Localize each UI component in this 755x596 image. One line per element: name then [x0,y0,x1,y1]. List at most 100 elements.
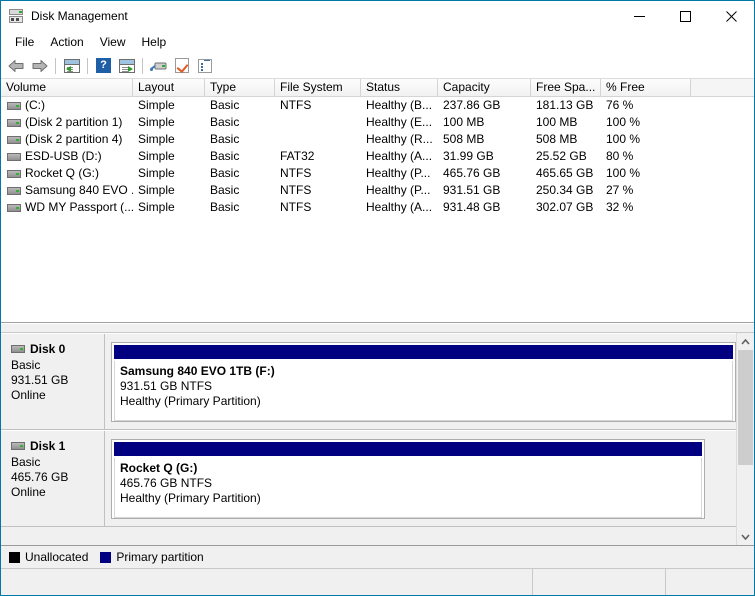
cell-volume-label: (Disk 2 partition 4) [25,132,123,146]
disk-title-0: Disk 0 [11,342,104,356]
menu-view[interactable]: View [92,33,134,51]
cell-status: Healthy (P... [366,183,431,197]
cell-capacity: 931.48 GB [443,200,501,214]
disk-drive-icon [11,345,25,353]
cell-volume-label: Samsung 840 EVO ... [25,183,133,197]
disk-management-window: Disk Management File Action View Help ? … [0,0,755,596]
table-row[interactable]: (C:) Simple Basic NTFS Healthy (B... 237… [1,97,754,114]
cell-file-system: NTFS [280,166,312,180]
cell-type: Basic [210,98,240,112]
column-header-layout[interactable]: Layout [133,79,205,96]
disk-drive-icon [11,442,25,450]
arrow-right-icon [31,59,48,73]
cell-free-space: 100 MB [536,115,578,129]
disk-size-label: 931.51 GB [11,373,69,387]
menu-bar: File Action View Help [1,31,754,53]
cell-percent-free: 100 % [606,115,641,129]
forward-button[interactable] [28,55,51,77]
cell-status: Healthy (R... [366,132,433,146]
scrollbar-thumb[interactable] [738,350,753,465]
scrollbar-track[interactable] [737,350,754,528]
volume-drive-icon [7,169,21,178]
volume-drive-icon [7,101,21,110]
cell-volume: Samsung 840 EVO ... [1,182,133,199]
cell-free-space: 250.34 GB [536,183,594,197]
column-header-capacity[interactable]: Capacity [438,79,531,96]
table-row[interactable]: ESD-USB (D:) Simple Basic FAT32 Healthy … [1,148,754,165]
legend-unallocated-swatch [9,551,20,563]
column-header-volume[interactable]: Volume [1,79,133,96]
legend-primary-partition-swatch [100,551,112,563]
show-hide-console-tree-button[interactable] [115,55,138,77]
scrollbar-down-button[interactable] [737,528,754,545]
menu-file[interactable]: File [7,33,42,51]
close-button[interactable] [708,1,754,31]
window-left-icon [63,58,80,73]
partition-box-0[interactable]: Samsung 840 EVO 1TB (F:) 931.51 GB NTFS … [111,342,736,422]
up-one-level-button[interactable] [60,55,83,77]
pane-splitter[interactable] [1,323,754,333]
menu-action[interactable]: Action [42,33,91,51]
cell-layout: Simple [138,200,175,214]
cell-free-space: 181.13 GB [536,98,594,112]
disk-row-1[interactable]: Disk 1 Basic 465.76 GB Online Rocket Q (… [1,430,736,527]
cell-percent-free: 80 % [606,149,634,163]
partition-box-1[interactable]: Rocket Q (G:) 465.76 GB NTFS Healthy (Pr… [111,439,705,519]
help-button[interactable]: ? [92,55,115,77]
menu-help[interactable]: Help [134,33,175,51]
column-header-status[interactable]: Status [361,79,438,96]
rescan-disks-button[interactable] [147,55,170,77]
disk-row-0[interactable]: Disk 0 Basic 931.51 GB Online Samsung 84… [1,333,736,430]
cell-volume-label: Rocket Q (G:) [25,166,100,180]
status-pane-3 [666,569,754,595]
window-title: Disk Management [31,9,128,23]
cell-volume-label: (C:) [25,98,45,112]
cell-free-space: 465.65 GB [536,166,594,180]
volume-drive-icon [7,186,21,195]
properties-button[interactable] [170,55,193,77]
back-button[interactable] [5,55,28,77]
cell-type: Basic [210,132,240,146]
toolbar-separator [87,57,88,74]
column-header-free-space[interactable]: Free Spa... [531,79,601,96]
disk-info-1[interactable]: Disk 1 Basic 465.76 GB Online [1,431,105,526]
table-row[interactable]: Samsung 840 EVO ... Simple Basic NTFS He… [1,182,754,199]
cell-layout: Simple [138,183,175,197]
cell-percent-free: 100 % [606,166,641,180]
cell-status: Healthy (E... [366,115,433,129]
show-hide-action-pane-button[interactable] [193,55,216,77]
toolbar-separator [55,57,56,74]
cell-free-space: 25.52 GB [536,149,587,163]
disk-graphic-1: Rocket Q (G:) 465.76 GB NTFS Healthy (Pr… [105,431,736,526]
legend-unallocated: Unallocated [9,550,88,564]
list-pane-icon [197,58,212,73]
column-header-type[interactable]: Type [205,79,275,96]
column-header-file-system[interactable]: File System [275,79,361,96]
table-row[interactable]: (Disk 2 partition 1) Simple Basic Health… [1,114,754,131]
table-row[interactable]: (Disk 2 partition 4) Simple Basic Health… [1,131,754,148]
status-bar [1,568,754,595]
legend: Unallocated Primary partition [1,545,754,568]
legend-unallocated-label: Unallocated [25,550,89,564]
disk-info-0[interactable]: Disk 0 Basic 931.51 GB Online [1,334,105,429]
cell-volume: (Disk 2 partition 4) [1,131,133,148]
scrollbar-up-button[interactable] [737,333,754,350]
minimize-button[interactable] [616,1,662,31]
cell-type: Basic [210,200,240,214]
disk-pane-scrollbar[interactable] [736,333,754,545]
table-row[interactable]: WD MY Passport (... Simple Basic NTFS He… [1,199,754,216]
volume-drive-icon [7,118,21,127]
cell-free-space: 302.07 GB [536,200,594,214]
cell-file-system: NTFS [280,200,312,214]
arrow-left-icon [8,59,25,73]
disk-type-label: Basic [11,455,41,469]
partition-size-fs-0: 931.51 GB NTFS [120,379,213,393]
table-row[interactable]: Rocket Q (G:) Simple Basic NTFS Healthy … [1,165,754,182]
status-pane-2 [533,569,666,595]
maximize-button[interactable] [662,1,708,31]
cell-volume: WD MY Passport (... [1,199,133,216]
column-header-percent-free[interactable]: % Free [601,79,691,96]
partition-status-0: Healthy (Primary Partition) [120,394,261,408]
cell-type: Basic [210,149,240,163]
cell-percent-free: 27 % [606,183,634,197]
